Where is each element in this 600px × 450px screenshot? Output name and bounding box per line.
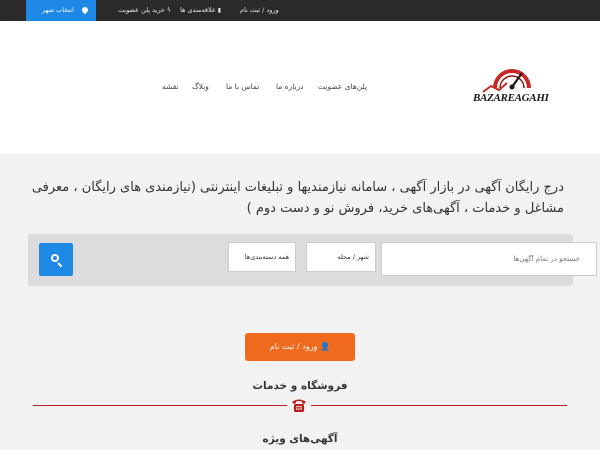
favorites-label: علاقه‌مندی ها xyxy=(180,6,216,14)
featured-ads-title: آگهی‌های ویژه xyxy=(262,433,338,445)
flash-icon: ϟ xyxy=(166,7,171,14)
logo-text: BAZAREAGAHI xyxy=(473,92,549,104)
user-check-icon: 👤 xyxy=(320,342,331,351)
category-select[interactable]: همه دسته‌بندی‌ها xyxy=(228,242,296,272)
bookmark-icon: ▮ xyxy=(217,7,222,14)
hero-description: درج رایگان آگهی در بازار آگهی ، سامانه ن… xyxy=(31,180,564,216)
city-select[interactable]: شهر / محله xyxy=(306,242,376,272)
top-bar: انتخاب شهر خرید پلن عضویت ϟ علاقه‌مندی ها… xyxy=(0,0,600,21)
nav-item-map[interactable]: نقشه xyxy=(162,82,179,91)
buy-plan-label: خرید پلن عضویت xyxy=(118,6,165,14)
nav-item-blog[interactable]: وبلاگ xyxy=(192,82,209,91)
login-register-label: ورود / ثبت نام xyxy=(240,6,279,14)
map-pin-icon xyxy=(80,5,90,15)
login-register-button[interactable]: ورود / ثبت نام 👤 xyxy=(245,333,355,361)
search-button[interactable] xyxy=(39,243,73,276)
login-register-link[interactable]: ورود / ثبت نام xyxy=(240,0,279,21)
favorites-link[interactable]: علاقه‌مندی ها ▮ xyxy=(180,0,221,21)
site-logo[interactable]: BAZAREAGAHI xyxy=(473,59,557,111)
select-city-label: انتخاب شهر xyxy=(42,6,74,14)
login-register-button-label: ورود / ثبت نام xyxy=(269,342,318,351)
telephone-icon xyxy=(292,399,306,412)
speedometer-logo-icon xyxy=(482,69,531,93)
buy-plan-link[interactable]: خرید پلن عضویت ϟ xyxy=(118,0,171,21)
select-city-button[interactable]: انتخاب شهر xyxy=(26,0,96,21)
search-input[interactable] xyxy=(381,242,597,276)
phone-divider-badge xyxy=(287,396,311,414)
nav-item-plans[interactable]: پلن‌های عضویت xyxy=(318,82,367,91)
nav-item-about[interactable]: درباره ما xyxy=(276,82,304,91)
shops-services-title: فروشگاه و خدمات xyxy=(252,380,348,392)
nav-item-contact[interactable]: تماس با ما xyxy=(226,82,259,91)
